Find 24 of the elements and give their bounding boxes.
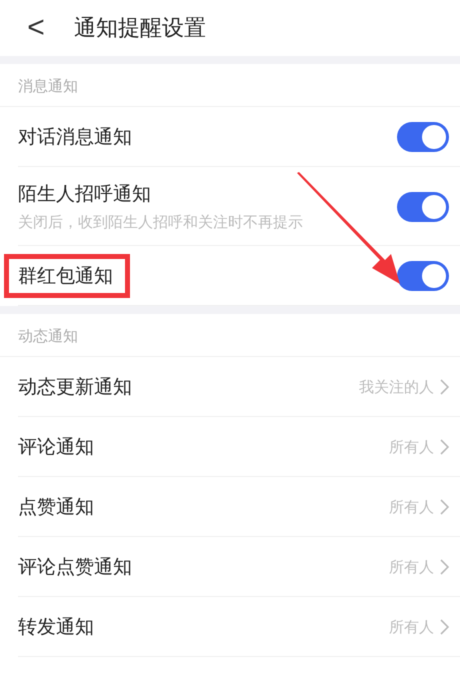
toggle-switch[interactable] <box>397 122 449 152</box>
setting-label: 动态更新通知 <box>18 375 132 400</box>
setting-label: 点赞通知 <box>18 495 94 520</box>
chevron-right-icon <box>440 499 449 515</box>
chevron-right-icon <box>440 559 449 575</box>
chevron-right-icon <box>440 619 449 635</box>
chevron-right-icon <box>440 379 449 395</box>
setting-value: 所有人 <box>389 558 434 576</box>
setting-value: 所有人 <box>389 438 434 456</box>
setting-label: 陌生人招呼通知 <box>18 182 152 207</box>
setting-description: 关闭后，收到陌生人招呼和关注时不再提示 <box>18 213 303 232</box>
setting-value: 所有人 <box>389 618 434 636</box>
setting-label: 评论通知 <box>18 435 94 460</box>
toggle-switch[interactable] <box>397 261 449 291</box>
setting-label: 转发通知 <box>18 615 94 640</box>
page-title: 通知提醒设置 <box>74 15 206 43</box>
setting-label: 群红包通知 <box>4 254 130 298</box>
setting-value: 我关注的人 <box>359 378 434 396</box>
setting-label: 评论点赞通知 <box>18 555 132 580</box>
toggle-switch[interactable] <box>397 192 449 222</box>
back-button[interactable]: < <box>22 11 50 45</box>
setting-value: 所有人 <box>389 498 434 516</box>
setting-label: 对话消息通知 <box>18 125 132 150</box>
chevron-right-icon <box>440 439 449 455</box>
